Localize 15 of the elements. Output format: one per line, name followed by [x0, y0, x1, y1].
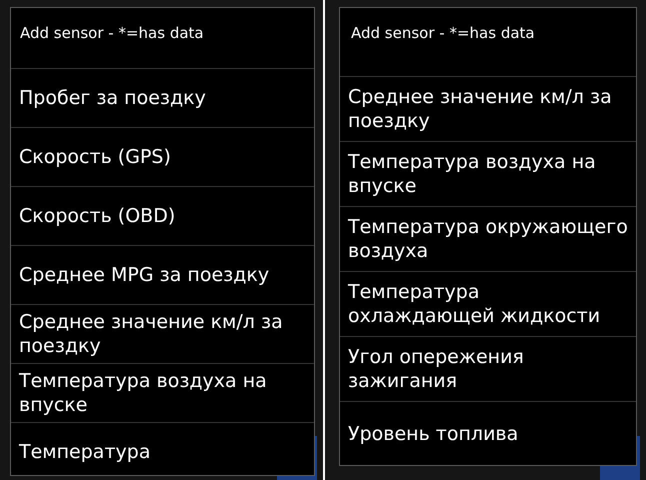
dialog-title: Add sensor - *=has data — [20, 24, 204, 42]
dialog-title: Add sensor - *=has data — [351, 24, 535, 42]
sensor-list-item[interactable]: Скорость (OBD) — [19, 204, 176, 228]
sensor-list-item[interactable]: Угол опережения зажигания — [348, 345, 628, 393]
sensor-list-item[interactable]: Скорость (GPS) — [19, 145, 171, 169]
sensor-list-item[interactable]: Среднее MPG за поездку — [19, 263, 270, 287]
sensor-list-item[interactable]: Уровень топлива — [348, 422, 518, 446]
sensor-list-item[interactable]: Пробег за поездку — [19, 86, 206, 110]
sensor-list-item[interactable]: Среднее значение км/л за поездку — [348, 85, 628, 133]
sensor-list-item[interactable]: Температура воздуха на впуске — [19, 369, 306, 417]
sensor-list-item[interactable]: Температура окружающего воздуха — [348, 215, 628, 263]
sensor-list-item[interactable]: Температура воздуха на впуске — [348, 150, 628, 198]
sensor-list-item[interactable]: Температура — [19, 440, 150, 464]
sensor-list-item[interactable]: Среднее значение км/л за поездку — [19, 310, 306, 358]
sensor-list-item[interactable]: Температура охлаждающей жидкости — [348, 280, 628, 328]
